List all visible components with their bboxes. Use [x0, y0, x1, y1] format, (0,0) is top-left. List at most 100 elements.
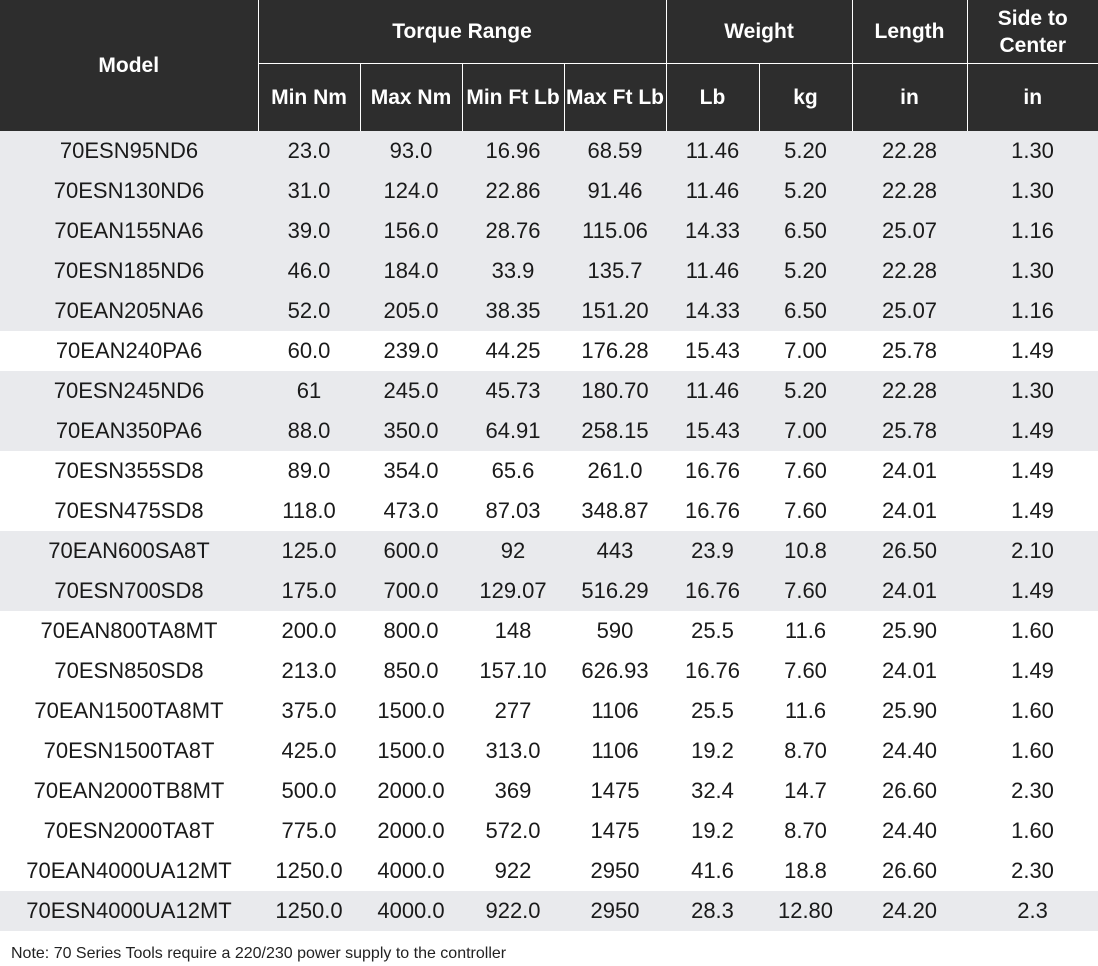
model-cell: 70EAN600SA8T	[0, 531, 258, 571]
header-max-ft-lb: Max Ft Lb	[563, 63, 666, 131]
min-nm-cell: 125.0	[258, 531, 360, 571]
header-min-ft-lb: Min Ft Lb	[461, 63, 564, 131]
weight-kg-cell: 5.20	[759, 251, 853, 291]
weight-kg-cell: 18.8	[759, 851, 853, 891]
model-cell: 70ESN2000TA8T	[0, 811, 258, 851]
side-to-center-cell: 1.49	[967, 651, 1098, 691]
max-nm-cell: 2000.0	[360, 811, 462, 851]
max-nm-cell: 2000.0	[360, 771, 462, 811]
weight-kg-cell: 5.20	[759, 171, 853, 211]
min-nm-cell: 88.0	[258, 411, 360, 451]
max-nm-cell: 1500.0	[360, 731, 462, 771]
length-cell: 25.78	[852, 411, 968, 451]
max-ft-lb-cell: 443	[564, 531, 666, 571]
max-nm-cell: 850.0	[360, 651, 462, 691]
header-length: Length	[851, 0, 968, 64]
side-to-center-cell: 2.30	[967, 771, 1098, 811]
weight-lb-cell: 11.46	[666, 131, 759, 171]
max-ft-lb-cell: 151.20	[564, 291, 666, 331]
weight-kg-cell: 10.8	[759, 531, 853, 571]
side-to-center-cell: 1.30	[967, 171, 1098, 211]
model-cell: 70ESN185ND6	[0, 251, 258, 291]
length-cell: 24.01	[852, 451, 968, 491]
weight-lb-cell: 19.2	[666, 731, 759, 771]
table-row: 70ESN2000TA8T 775.0 2000.0 572.0 1475 19.2 8.7…	[0, 811, 1098, 851]
header-lb: Lb	[665, 63, 759, 131]
max-nm-cell: 700.0	[360, 571, 462, 611]
table-row: 70ESN1500TA8T 425.0 1500.0 313.0 1106 19.2 8.7…	[0, 731, 1098, 771]
max-nm-cell: 245.0	[360, 371, 462, 411]
min-nm-cell: 39.0	[258, 211, 360, 251]
side-to-center-cell: 1.49	[967, 491, 1098, 531]
side-to-center-cell: 1.60	[967, 731, 1098, 771]
spec-sheet: Model Torque Range Weight Length Side to…	[0, 0, 1098, 966]
weight-kg-cell: 7.00	[759, 411, 853, 451]
model-cell: 70ESN355SD8	[0, 451, 258, 491]
length-cell: 24.40	[852, 731, 968, 771]
weight-lb-cell: 25.5	[666, 611, 759, 651]
header-max-nm: Max Nm	[359, 63, 462, 131]
table-row: 70EAN4000UA12MT 1250.0 4000.0 922 2950 41.6 18…	[0, 851, 1098, 891]
min-ft-lb-cell: 129.07	[462, 571, 564, 611]
min-nm-cell: 1250.0	[258, 851, 360, 891]
min-ft-lb-cell: 65.6	[462, 451, 564, 491]
min-ft-lb-cell: 45.73	[462, 371, 564, 411]
header-torque-range: Torque Range	[257, 0, 666, 64]
weight-lb-cell: 16.76	[666, 491, 759, 531]
max-ft-lb-cell: 1106	[564, 691, 666, 731]
length-cell: 26.60	[852, 851, 968, 891]
table-row: 70ESN245ND6 61 245.0 45.73 180.70 11.46 5.20 22…	[0, 371, 1098, 411]
max-ft-lb-cell: 1475	[564, 771, 666, 811]
weight-kg-cell: 7.60	[759, 491, 853, 531]
model-cell: 70ESN4000UA12MT	[0, 891, 258, 931]
weight-lb-cell: 15.43	[666, 411, 759, 451]
weight-lb-cell: 19.2	[666, 811, 759, 851]
weight-lb-cell: 32.4	[666, 771, 759, 811]
weight-kg-cell: 8.70	[759, 731, 853, 771]
max-ft-lb-cell: 261.0	[564, 451, 666, 491]
max-ft-lb-cell: 516.29	[564, 571, 666, 611]
table-row: 70EAN205NA6 52.0 205.0 38.35 151.20 14.33 6.50…	[0, 291, 1098, 331]
weight-lb-cell: 16.76	[666, 571, 759, 611]
model-cell: 70ESN245ND6	[0, 371, 258, 411]
header-min-nm: Min Nm	[257, 63, 360, 131]
table-row: 70EAN600SA8T 125.0 600.0 92 443 23.9 10.8 26.50…	[0, 531, 1098, 571]
weight-kg-cell: 5.20	[759, 371, 853, 411]
min-ft-lb-cell: 28.76	[462, 211, 564, 251]
weight-kg-cell: 14.7	[759, 771, 853, 811]
min-ft-lb-cell: 572.0	[462, 811, 564, 851]
header-side-unit: in	[966, 63, 1098, 131]
weight-lb-cell: 25.5	[666, 691, 759, 731]
model-cell: 70EAN205NA6	[0, 291, 258, 331]
footnote: Note: 70 Series Tools require a 220/230 …	[11, 945, 507, 962]
table-row: 70EAN800TA8MT 200.0 800.0 148 590 25.5 11.6 25.…	[0, 611, 1098, 651]
max-nm-cell: 239.0	[360, 331, 462, 371]
header-side-to-center: Side to Center	[966, 0, 1098, 64]
side-to-center-cell: 1.16	[967, 291, 1098, 331]
header-length-unit: in	[851, 63, 968, 131]
max-ft-lb-cell: 1475	[564, 811, 666, 851]
weight-lb-cell: 14.33	[666, 291, 759, 331]
min-nm-cell: 500.0	[258, 771, 360, 811]
model-cell: 70EAN1500TA8MT	[0, 691, 258, 731]
max-nm-cell: 124.0	[360, 171, 462, 211]
table-row: 70EAN2000TB8MT 500.0 2000.0 369 1475 32.4 14.7…	[0, 771, 1098, 811]
table-row: 70ESN130ND6 31.0 124.0 22.86 91.46 11.46 5.20 2…	[0, 171, 1098, 211]
max-nm-cell: 205.0	[360, 291, 462, 331]
max-ft-lb-cell: 348.87	[564, 491, 666, 531]
model-cell: 70EAN240PA6	[0, 331, 258, 371]
min-nm-cell: 375.0	[258, 691, 360, 731]
table-row: 70EAN1500TA8MT 375.0 1500.0 277 1106 25.5 11.6…	[0, 691, 1098, 731]
header-weight: Weight	[665, 0, 853, 64]
max-ft-lb-cell: 2950	[564, 891, 666, 931]
weight-lb-cell: 11.46	[666, 371, 759, 411]
max-nm-cell: 800.0	[360, 611, 462, 651]
min-ft-lb-cell: 922.0	[462, 891, 564, 931]
model-cell: 70ESN475SD8	[0, 491, 258, 531]
min-ft-lb-cell: 87.03	[462, 491, 564, 531]
weight-kg-cell: 11.6	[759, 611, 853, 651]
table-row: 70ESN700SD8 175.0 700.0 129.07 516.29 16.76 7.…	[0, 571, 1098, 611]
side-to-center-cell: 1.49	[967, 331, 1098, 371]
min-nm-cell: 1250.0	[258, 891, 360, 931]
weight-kg-cell: 6.50	[759, 211, 853, 251]
